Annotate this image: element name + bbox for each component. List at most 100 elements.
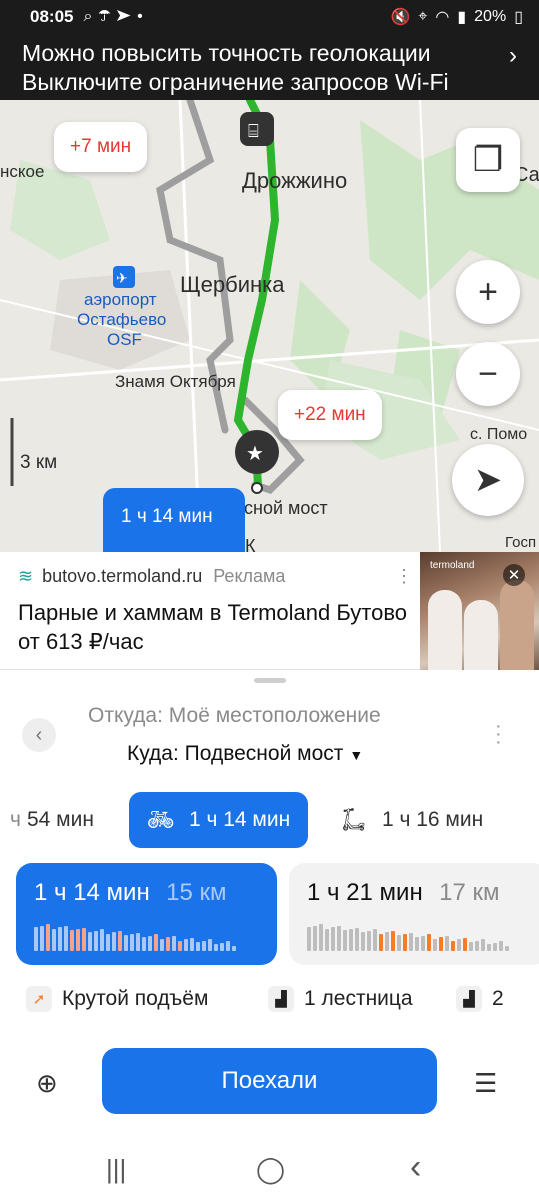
mode-scooter-label: 1 ч 16 мин: [381, 808, 484, 831]
elevation-bar: [415, 937, 419, 951]
elevation-bar: [34, 927, 38, 951]
more-options-icon[interactable]: · · ·: [495, 716, 502, 752]
status-right: 🔇 ⌖ ◠ ▮ 20% ▯: [390, 7, 523, 27]
ad-menu-icon[interactable]: ⋮: [395, 566, 413, 587]
route-time-chip[interactable]: 1 ч 14 мин: [103, 488, 245, 558]
elevation-bar: [106, 934, 110, 951]
map-view[interactable]: ⌸ ★ ✈ Дрожжино Щербинка аэропорт Остафье…: [0, 100, 539, 552]
home-icon[interactable]: ◯: [256, 1154, 285, 1185]
elevation-bar: [70, 930, 74, 951]
elevation-bar: [208, 939, 212, 951]
mode-car-label: 54 мин: [26, 808, 94, 831]
elevation-bar: [124, 935, 128, 951]
feature-stairs-2: ▟ 2: [456, 986, 504, 1012]
elevation-bar: [226, 941, 230, 951]
route-option-2[interactable]: 1 ч 21 мин 17 км: [289, 863, 539, 965]
elevation-bar: [355, 928, 359, 951]
go-button[interactable]: Поехали: [102, 1048, 437, 1114]
route-to-label: Куда: Подвесной мост: [127, 742, 344, 765]
elevation-bar: [379, 934, 383, 951]
elevation-bar: [439, 937, 443, 951]
elevation-bar: [499, 941, 503, 951]
route-delta-bubble-left[interactable]: +7 мин: [54, 122, 148, 172]
back-button[interactable]: ‹: [22, 718, 56, 752]
elevation-bar: [445, 936, 449, 951]
ad-close-icon[interactable]: ✕: [503, 564, 525, 586]
elevation-bar: [190, 938, 194, 951]
elevation-bar: [469, 942, 473, 951]
elevation-bar: [52, 929, 56, 951]
mode-bicycle-label: 1 ч 14 мин: [188, 808, 291, 831]
stairs-icon: ▟: [456, 986, 482, 1012]
elevation-bar: [409, 933, 413, 951]
map-label-shcherbinka: Щербинка: [180, 272, 285, 297]
elevation-bar: [487, 944, 491, 951]
scooter-icon: 🛴︎: [340, 807, 368, 832]
sheet-handle[interactable]: [254, 678, 286, 683]
location-icon: ⌖: [418, 8, 428, 25]
mode-bicycle[interactable]: 🚲︎ 1 ч 14 мин: [129, 792, 309, 848]
geolocation-notice[interactable]: Можно повысить точность геолокации Выклю…: [0, 34, 539, 100]
battery-level: 20%: [474, 8, 507, 25]
back-nav-icon[interactable]: ‹: [410, 1148, 421, 1187]
route-settings-icon[interactable]: ☰: [474, 1068, 497, 1099]
elevation-bar: [118, 931, 122, 951]
elevation-bar: [196, 942, 200, 951]
caret-down-icon: ▼: [349, 747, 364, 763]
map-scale: 3 км: [20, 452, 58, 473]
route-from[interactable]: Откуда: Моё местоположение: [88, 704, 381, 728]
route-to[interactable]: Куда: Подвесной мост ▼: [127, 742, 363, 766]
ad-banner[interactable]: ≋ butovo.termoland.ru Реклама ⋮ Парные и…: [0, 552, 539, 670]
elevation-bar: [184, 939, 188, 951]
elevation-bar: [337, 926, 341, 951]
map-label-k: К: [245, 536, 256, 552]
elevation-bar: [220, 943, 224, 951]
elevation-bar: [64, 926, 68, 951]
elevation-bar: [130, 934, 134, 951]
minus-icon: −: [478, 354, 498, 393]
route-chip-time: 1 ч 14 мин: [121, 506, 213, 527]
stairs-icon: ▟: [268, 986, 294, 1012]
elevation-bar: [505, 946, 509, 951]
map-label-airport-1: аэропорт: [84, 290, 157, 309]
elevation-bar: [112, 932, 116, 951]
route-delta-bubble-right[interactable]: +22 мин: [278, 390, 382, 440]
ad-domain-row: ≋ butovo.termoland.ru Реклама: [18, 566, 285, 587]
notice-title: Можно повысить точность геолокации: [22, 40, 431, 66]
route-option-1[interactable]: 1 ч 14 мин 15 км: [16, 863, 277, 965]
navigation-arrow-icon: ➤: [473, 461, 503, 499]
elevation-bar: [214, 944, 218, 951]
layers-button[interactable]: ❐: [456, 128, 520, 192]
elevation-bar: [136, 933, 140, 951]
add-waypoint-icon[interactable]: ⊕: [36, 1068, 58, 1099]
wifi-icon: ◠: [435, 9, 450, 26]
route-option-time: 1 ч 21 мин: [307, 879, 423, 906]
elevation-bar: [88, 932, 92, 951]
zoom-out-button[interactable]: −: [456, 342, 520, 406]
elevation-bar: [433, 939, 437, 951]
recent-apps-icon[interactable]: |||: [106, 1154, 126, 1185]
mode-scooter[interactable]: 🛴︎ 1 ч 16 мин: [340, 792, 483, 848]
chevron-left-icon: ‹: [35, 723, 43, 746]
elevation-bar: [82, 928, 86, 951]
ad-headline[interactable]: Парные и хаммам в Termoland Бутово от 61…: [18, 598, 408, 656]
feature-label: Крутой подъём: [62, 987, 209, 1010]
elevation-bar: [76, 929, 80, 951]
dot-icon: •: [137, 8, 149, 25]
mode-car[interactable]: ч 54 мин: [10, 792, 94, 848]
chevron-right-icon: ›: [509, 42, 517, 69]
feature-label: 1 лестница: [304, 987, 413, 1010]
layers-icon: ❐: [472, 141, 504, 179]
map-label-airport-2: Остафьево: [77, 310, 167, 329]
map-label-airport-3: OSF: [107, 330, 142, 349]
zoom-in-button[interactable]: +: [456, 260, 520, 324]
elevation-bar: [307, 927, 311, 951]
elevation-bar: [142, 937, 146, 951]
elevation-bar: [148, 936, 152, 951]
elevation-bar: [349, 929, 353, 951]
elevation-bar: [325, 929, 329, 951]
elevation-bar: [160, 939, 164, 951]
ad-person: [428, 590, 462, 670]
elevation-bar: [343, 930, 347, 951]
my-location-button[interactable]: ➤: [452, 444, 524, 516]
